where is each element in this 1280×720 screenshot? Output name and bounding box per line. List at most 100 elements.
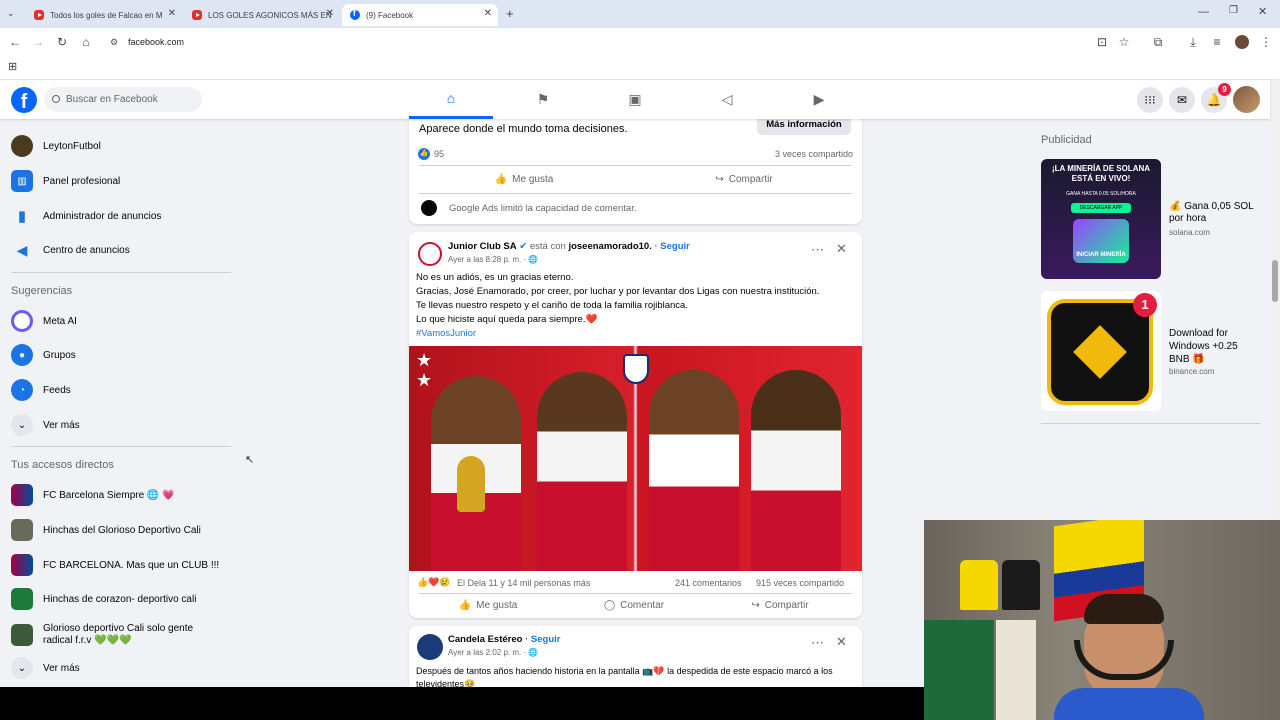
- apps-grid-icon[interactable]: ⊞: [8, 60, 17, 73]
- jersey-image: [924, 620, 994, 720]
- like-button[interactable]: 👍 Me gusta: [433, 594, 543, 616]
- shortcut-label: Glorioso deportivo Cali solo gente radic…: [43, 623, 194, 646]
- comment-button[interactable]: ◯ Comentar: [579, 594, 689, 616]
- bar-chart-icon: ▮: [17, 208, 27, 225]
- reading-list-icon[interactable]: ≡: [1208, 33, 1226, 51]
- nav-video-icon[interactable]: ▶: [777, 80, 861, 119]
- like-label: Me gusta: [512, 173, 554, 185]
- shortcut-thumbnail: [11, 554, 33, 576]
- comment-count[interactable]: 241 comentarios: [675, 578, 742, 588]
- maximize-icon[interactable]: ❐: [1229, 5, 1238, 16]
- shortcut-label: Hinchas de corazon- deportivo cali: [43, 593, 197, 605]
- share-button[interactable]: ↪ Compartir: [689, 167, 799, 191]
- comment-label: Comentar: [620, 599, 665, 611]
- learn-more-button[interactable]: Más información: [757, 119, 851, 135]
- ad-title: Download for Windows +0.25 BNB 🎁: [1169, 328, 1238, 365]
- hide-post-close-icon[interactable]: ✕: [836, 634, 847, 650]
- chevron-down-icon: ⌄: [11, 414, 33, 436]
- install-app-icon[interactable]: ⊡: [1093, 33, 1111, 51]
- nav-home-icon[interactable]: ⌂: [409, 80, 493, 119]
- ad-domain: solana.com: [1169, 228, 1210, 237]
- divider: [11, 272, 231, 273]
- search-placeholder: Buscar en Facebook: [66, 94, 158, 105]
- tab-title: Todos los goles de Falcao en M: [50, 10, 163, 20]
- forward-icon[interactable]: →: [29, 33, 47, 51]
- share-count[interactable]: 915 veces compartido: [756, 578, 844, 588]
- extensions-icon[interactable]: ⧉: [1149, 33, 1167, 51]
- author-avatar[interactable]: [418, 242, 442, 266]
- shortcut-item[interactable]: Hinchas del Glorioso Deportivo Cali: [11, 516, 201, 544]
- home-icon[interactable]: ⌂: [77, 33, 95, 51]
- nav-pages-flag-icon[interactable]: ⚑: [501, 80, 585, 119]
- tagged-user[interactable]: joseenamorado10.: [568, 241, 651, 252]
- browser-menu-icon[interactable]: ⋮: [1257, 33, 1275, 51]
- left-nav-item[interactable]: ◀ Centro de anuncios: [11, 236, 130, 264]
- verified-badge-icon: ✔: [519, 241, 528, 252]
- comments-limited-note: Google Ads limitó la capacidad de coment…: [449, 203, 637, 214]
- download-icon[interactable]: ⤓: [1184, 33, 1202, 51]
- search-input[interactable]: Buscar en Facebook: [44, 87, 202, 112]
- shortcut-label: Hinchas del Glorioso Deportivo Cali: [43, 524, 201, 536]
- site-info-icon[interactable]: ⚙: [110, 32, 118, 52]
- author-name[interactable]: Junior Club SA: [448, 241, 517, 252]
- close-tab-icon[interactable]: ✕: [484, 8, 492, 19]
- see-more-button[interactable]: ⌄ Ver más: [11, 411, 80, 439]
- player-figure: [649, 370, 739, 571]
- nav-marketplace-icon[interactable]: ▣: [593, 80, 677, 119]
- post-options-icon[interactable]: ⋯: [811, 635, 824, 651]
- ad-image-button: DESCARGAR APP: [1071, 203, 1131, 213]
- nav-ads-megaphone-icon[interactable]: ◁: [685, 80, 769, 119]
- post-body: Después de tantos años haciendo historia…: [416, 666, 833, 687]
- profile-avatar[interactable]: [1235, 35, 1249, 49]
- shortcut-item[interactable]: Glorioso deportivo Cali solo gente radic…: [11, 620, 213, 650]
- back-icon[interactable]: ←: [6, 33, 24, 51]
- author-avatar[interactable]: [417, 634, 443, 660]
- follow-link[interactable]: · Seguir: [655, 241, 690, 252]
- left-nav-label: Grupos: [43, 349, 76, 361]
- divider: [419, 165, 852, 166]
- reaction-summary[interactable]: El Dela 11 y 14 mil personas más: [457, 578, 590, 588]
- new-tab-icon[interactable]: +: [506, 6, 514, 21]
- tab-list-chevron-icon[interactable]: ⌄: [7, 8, 15, 19]
- messenger-icon[interactable]: ✉: [1169, 87, 1195, 113]
- shortcut-item[interactable]: FC Barcelona Siempre 🌐 💗: [11, 481, 175, 509]
- author-name[interactable]: Candela Estéreo: [448, 634, 522, 645]
- browser-tab-active[interactable]: (9) Facebook ✕: [342, 4, 498, 26]
- ad-item[interactable]: 1 Download for Windows +0.25 BNB 🎁 binan…: [1041, 291, 1270, 411]
- facebook-logo-icon[interactable]: f: [11, 87, 37, 113]
- url-field[interactable]: ⚙ facebook.com: [104, 32, 1104, 52]
- account-avatar[interactable]: [1233, 86, 1260, 113]
- browser-tab[interactable]: Todos los goles de Falcao en M ✕: [26, 4, 182, 26]
- shortcut-item[interactable]: Hinchas de corazon- deportivo cali: [11, 585, 196, 613]
- facebook-header: f Buscar en Facebook ⌂ ⚑ ▣ ◁ ▶ ⁝⁝⁝ ✉ 🔔 9: [0, 80, 1270, 119]
- left-nav-item[interactable]: Meta AI: [11, 307, 77, 335]
- ad-item[interactable]: ¡LA MINERÍA DE SOLANA ESTÁ EN VIVO! GANA…: [1041, 159, 1270, 279]
- left-nav-item[interactable]: LeytonFutbol: [11, 132, 101, 160]
- left-nav-item[interactable]: ◔ Feeds: [11, 376, 71, 404]
- left-nav-item[interactable]: ▥ Panel profesional: [11, 167, 120, 195]
- hashtag-link[interactable]: #VamosJunior: [416, 327, 856, 341]
- follow-link[interactable]: · Seguir: [525, 634, 560, 645]
- close-tab-icon[interactable]: ✕: [326, 8, 334, 19]
- left-nav-item[interactable]: ▮ Administrador de anuncios: [11, 202, 162, 230]
- bookmark-star-icon[interactable]: ☆: [1115, 33, 1133, 51]
- close-window-icon[interactable]: ✕: [1258, 5, 1267, 18]
- browser-tab[interactable]: LOS GOLES AGONICOS MÁS EN ✕: [184, 4, 340, 26]
- share-button[interactable]: ↪ Compartir: [725, 594, 835, 616]
- reload-icon[interactable]: ↻: [53, 33, 71, 51]
- post-options-icon[interactable]: ⋯: [811, 242, 824, 258]
- close-tab-icon[interactable]: ✕: [168, 8, 176, 19]
- left-nav-item[interactable]: ● Grupos: [11, 341, 76, 369]
- see-more-label: Ver más: [43, 419, 80, 431]
- shortcut-item[interactable]: FC BARCELONA. Mas que un CLUB !!!: [11, 551, 219, 579]
- minimize-icon[interactable]: —: [1198, 6, 1209, 18]
- left-nav-label: LeytonFutbol: [43, 140, 101, 152]
- gift-box-icon: [1047, 299, 1153, 405]
- like-reaction-icon: 👍: [418, 148, 430, 160]
- scrollbar-thumb[interactable]: [1272, 260, 1278, 302]
- like-button[interactable]: 👍 Me gusta: [469, 167, 579, 191]
- menu-grid-icon[interactable]: ⁝⁝⁝: [1137, 87, 1163, 113]
- see-more-button[interactable]: ⌄ Ver más: [11, 654, 80, 682]
- hide-post-close-icon[interactable]: ✕: [836, 241, 847, 257]
- post-photo[interactable]: ★ ★: [409, 346, 862, 571]
